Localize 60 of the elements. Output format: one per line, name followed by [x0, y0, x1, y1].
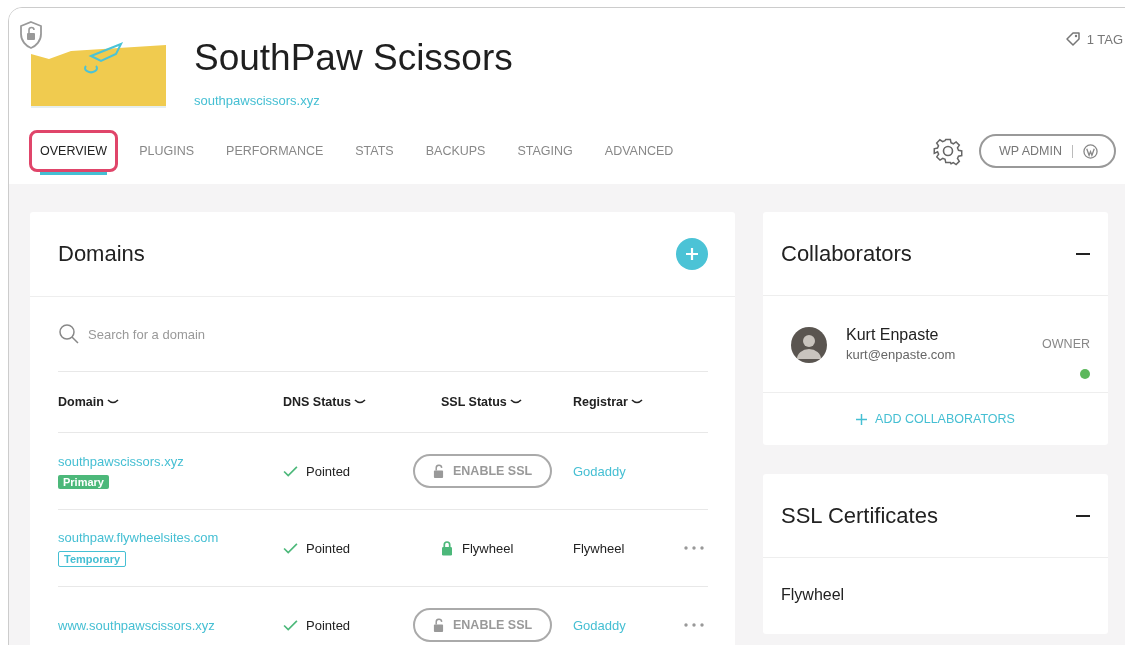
chevron-down-icon	[106, 399, 119, 405]
nav-tab[interactable]: BACKUPS	[414, 130, 497, 172]
domain-badge: Temporary	[58, 550, 127, 567]
check-icon	[283, 619, 298, 631]
dns-status: Pointed	[306, 540, 351, 556]
tag-count-label: 1 TAG	[1086, 31, 1123, 47]
registrar-link[interactable]: Godaddy	[573, 617, 626, 633]
column-header[interactable]: SSL Status	[441, 395, 573, 409]
wordpress-icon	[1083, 143, 1098, 159]
dns-status: Pointed	[306, 617, 351, 633]
card-title: Collaborators	[781, 240, 912, 267]
more-options-icon[interactable]	[684, 546, 704, 550]
nav-tab[interactable]: PERFORMANCE	[215, 130, 335, 172]
role-label: OWNER	[1042, 337, 1090, 351]
wp-admin-button[interactable]: WP ADMIN	[979, 134, 1116, 168]
nav-tab[interactable]: STAGING	[506, 130, 584, 172]
check-icon	[283, 465, 298, 477]
card-title: Domains	[58, 241, 145, 267]
padlock-icon	[441, 540, 453, 556]
add-collaborators-link[interactable]: ADD COLLABORATORS	[856, 412, 1015, 426]
site-title: SouthPaw Scissors	[194, 36, 513, 80]
plus-icon	[856, 413, 868, 425]
column-header[interactable]: Domain	[58, 395, 283, 409]
chevron-down-icon	[354, 399, 367, 405]
collaborator-name: Kurt Enpaste	[846, 326, 940, 344]
unlocked-padlock-icon	[433, 463, 444, 479]
collaborator-email: kurt@enpaste.com	[846, 347, 956, 362]
search-icon	[58, 323, 80, 345]
settings-icon[interactable]	[933, 136, 963, 166]
shield-lock-icon	[19, 21, 43, 49]
chevron-down-icon	[630, 399, 643, 405]
tag-icon	[1064, 31, 1081, 47]
column-header[interactable]: Registrar	[573, 395, 673, 409]
dns-status: Pointed	[306, 463, 351, 479]
domain-link[interactable]: southpawscissors.xyz	[58, 453, 184, 469]
ssl-provider: Flywheel	[462, 540, 514, 556]
registrar-name: Flywheel	[573, 540, 625, 556]
domain-badge: Primary	[58, 474, 109, 489]
registrar-link[interactable]: Godaddy	[573, 463, 626, 479]
tag-count[interactable]: 1 TAG	[1064, 31, 1123, 47]
site-url-link[interactable]: southpawscissors.xyz	[194, 93, 513, 108]
check-icon	[283, 542, 298, 554]
nav-tab[interactable]: OVERVIEW	[29, 130, 119, 172]
nav-tab[interactable]: STATS	[344, 130, 405, 172]
plus-icon	[685, 247, 699, 261]
chevron-down-icon	[509, 399, 522, 405]
card-title: SSL Certificates	[781, 502, 938, 529]
more-options-icon[interactable]	[684, 623, 704, 627]
nav-tab[interactable]: PLUGINS	[128, 130, 206, 172]
certificate-name: Flywheel	[780, 585, 846, 605]
avatar-icon	[791, 327, 827, 363]
collapse-icon[interactable]	[1076, 252, 1090, 255]
domain-link[interactable]: southpaw.flywheelsites.com	[58, 529, 219, 545]
enable-ssl-button[interactable]: ENABLE SSL	[413, 454, 553, 488]
domain-link[interactable]: www.southpawscissors.xyz	[58, 617, 215, 633]
nav-tab[interactable]: ADVANCED	[593, 130, 685, 172]
unlocked-padlock-icon	[433, 617, 444, 633]
enable-ssl-button[interactable]: ENABLE SSL	[413, 608, 553, 642]
collapse-icon[interactable]	[1076, 514, 1090, 517]
column-header[interactable]: DNS Status	[283, 395, 441, 409]
